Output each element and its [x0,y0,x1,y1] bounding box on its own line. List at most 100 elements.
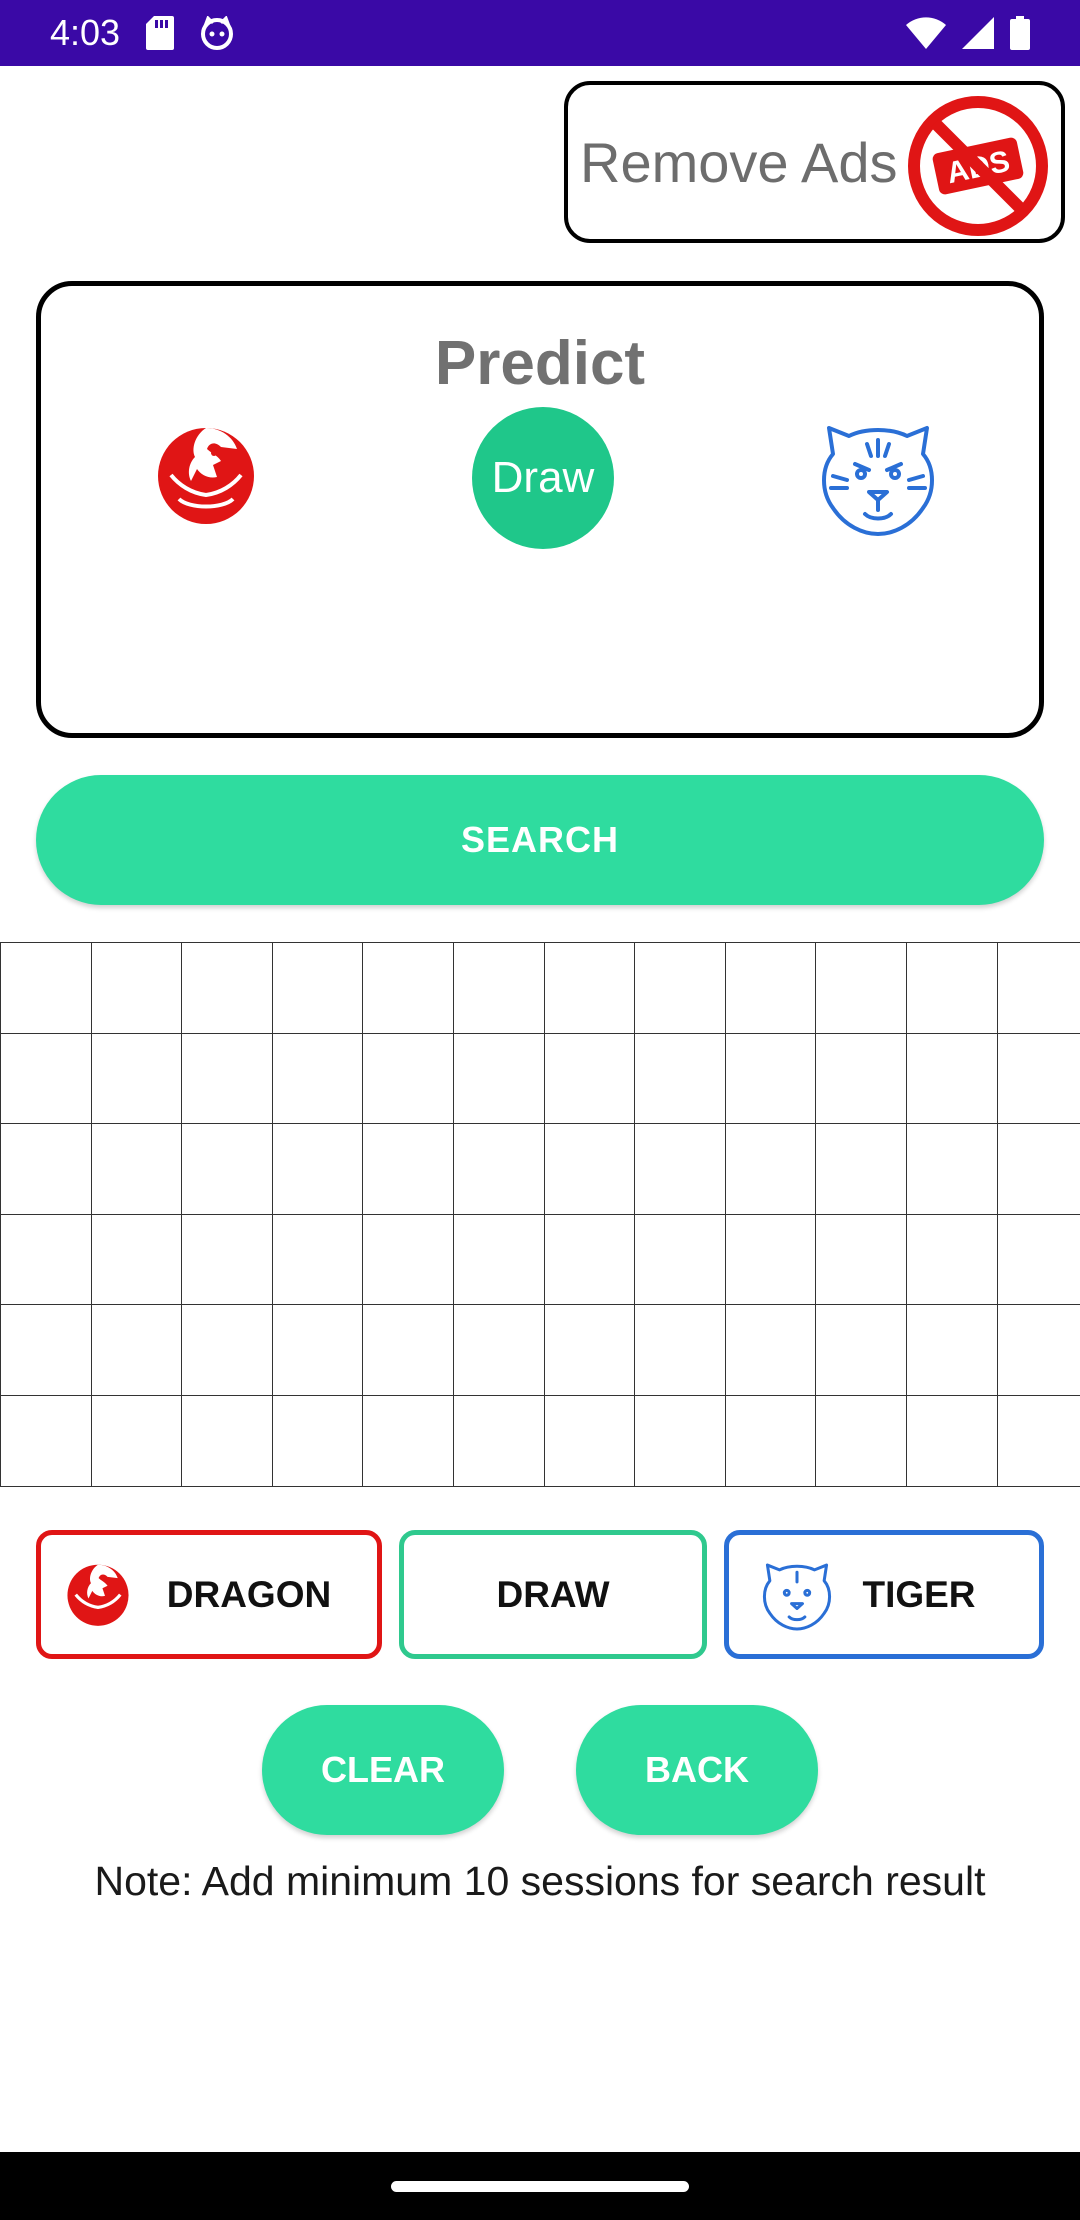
grid-cell [453,1124,545,1215]
grid-cell [91,1305,183,1396]
status-time: 4:03 [50,12,121,53]
grid-cell [363,1395,454,1487]
grid-cell [725,1395,817,1487]
grid-cell [363,943,454,1034]
dragon-icon [158,428,254,524]
grid-cell [1,1214,92,1306]
grid-cell [182,1395,273,1487]
grid-cell [1,1305,92,1396]
draw-choice-button[interactable]: DRAW [399,1530,707,1659]
grid-cell [182,1305,273,1396]
grid-cell [997,1034,1080,1125]
grid-cell [544,943,636,1034]
grid-cell [997,943,1080,1034]
grid-cell [272,1214,364,1306]
grid-cell [182,1214,273,1306]
grid-cell [453,1395,545,1487]
grid-cell [1,1033,92,1125]
grid-cell [453,943,545,1034]
grid-cell [453,1033,545,1125]
draw-choice-label: DRAW [496,1573,610,1615]
grid-cell [725,1124,817,1215]
grid-cell [91,943,183,1034]
grid-cell [635,1214,726,1306]
grid-cell [906,1124,998,1215]
tiger-icon [822,426,934,536]
predict-title: Predict [434,329,646,398]
battery-icon [1010,16,1030,50]
grid-cell [544,1124,636,1215]
grid-cell [906,1305,998,1396]
status-bar: 4:03 [0,0,1080,66]
grid-cell [453,1305,545,1396]
grid-cell [725,943,817,1034]
grid-cell [816,1214,907,1306]
grid-cell [997,1124,1080,1215]
grid-cell [635,1395,726,1487]
grid-cell [635,943,726,1034]
grid-cell [544,1214,636,1306]
grid-cell [363,1214,454,1306]
grid-cell [816,1395,907,1487]
grid-cell [906,1395,998,1487]
grid-cell [635,1124,726,1215]
grid-cell [91,1124,183,1215]
tiger-choice-label: TIGER [862,1573,976,1615]
grid-cell [816,943,907,1034]
tiger-icon [762,1563,832,1631]
grid-cell [91,1395,183,1487]
signal-icon [962,17,994,49]
status-right [906,16,1030,50]
navigation-bar [0,2152,1080,2220]
grid-cell [906,943,998,1034]
no-ads-icon: ADS [908,96,1048,236]
remove-ads-button[interactable]: Remove Ads ADS [564,81,1065,243]
dragon-icon [67,1564,129,1626]
result-grid [0,942,1080,1487]
clear-button[interactable]: CLEAR [262,1705,504,1835]
predict-card: Predict Draw [36,281,1044,738]
face-notification-icon [201,16,234,50]
grid-cell [816,1033,907,1125]
grid-cell [816,1124,907,1215]
grid-cell [816,1305,907,1396]
dragon-choice-button[interactable]: DRAGON [36,1530,382,1659]
grid-cell [725,1033,817,1125]
grid-cell [182,943,273,1034]
grid-cell [272,943,364,1034]
grid-cell [272,1033,364,1125]
tiger-choice-button[interactable]: TIGER [724,1530,1044,1659]
grid-cell [182,1033,273,1125]
grid-cell [1,1395,92,1487]
grid-cell [725,1214,817,1306]
grid-cell [272,1305,364,1396]
wifi-icon [906,17,946,49]
remove-ads-label: Remove Ads [580,130,898,194]
status-left: 4:03 [50,12,234,54]
grid-cell [182,1124,273,1215]
search-button[interactable]: SEARCH [36,775,1044,905]
grid-cell [635,1305,726,1396]
home-handle[interactable] [391,2181,689,2192]
grid-cell [906,1214,998,1306]
grid-cell [91,1033,183,1125]
note-text: Note: Add minimum 10 sessions for search… [94,1858,986,1904]
grid-cell [544,1305,636,1396]
predict-draw-badge: Draw [472,407,614,549]
grid-cell [725,1305,817,1396]
grid-cell [272,1395,364,1487]
grid-cell [544,1033,636,1125]
grid-cell [453,1214,545,1306]
back-button[interactable]: BACK [576,1705,818,1835]
dragon-choice-label: DRAGON [166,1573,332,1615]
grid-cell [1,943,92,1034]
grid-cell [363,1033,454,1125]
grid-cell [363,1305,454,1396]
grid-cell [997,1396,1080,1487]
grid-cell [997,1215,1080,1306]
grid-cell [1,1124,92,1215]
grid-cell [997,1305,1080,1396]
grid-cell [906,1033,998,1125]
grid-cell [91,1214,183,1306]
grid-cell [635,1033,726,1125]
